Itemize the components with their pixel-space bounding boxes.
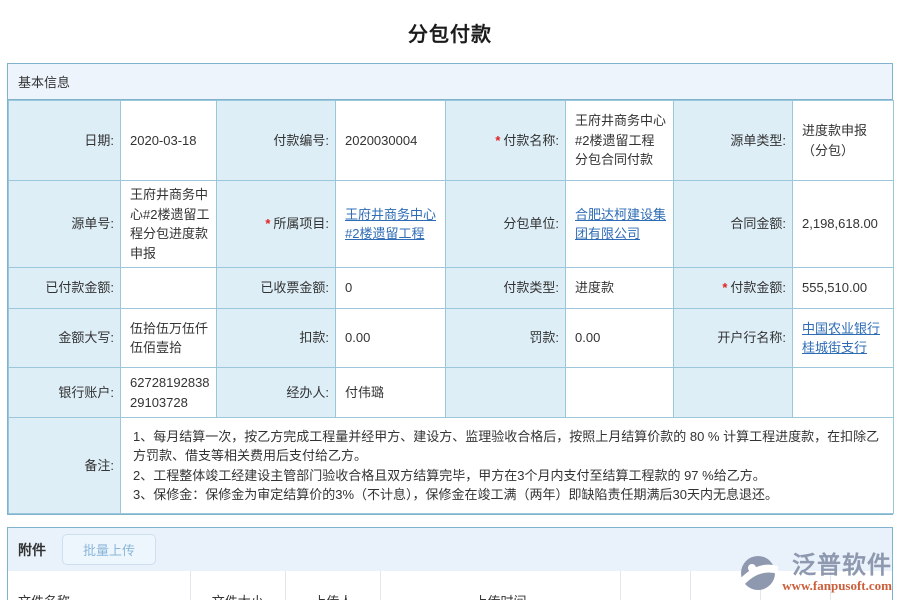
source-number-value: 王府井商务中心#2楼遗留工程分包进度款申报: [121, 181, 217, 268]
table-row: 备注: 1、每月结算一次，按乙方完成工程量并经甲方、建设方、监理验收合格后，按照…: [9, 418, 894, 514]
handler-value: 付伟璐: [336, 368, 446, 418]
bank-name-label: 开户行名称:: [674, 309, 793, 368]
remark-line: 3、保修金：保修金为审定结算价的3%（不计息），保修金在竣工满（两年）即缺陷责任…: [133, 485, 881, 505]
column-header-empty: [621, 571, 691, 600]
payment-type-value: 进度款: [566, 268, 674, 309]
project-value: 王府井商务中心#2楼遗留工程: [336, 181, 446, 268]
page-container: 分包付款 基本信息 日期: 2020-03-18 付款编号: 202003000…: [0, 0, 900, 600]
basic-info-table: 日期: 2020-03-18 付款编号: 2020030004 *付款名称: 王…: [8, 100, 894, 514]
bank-account-label: 银行账户:: [9, 368, 121, 418]
column-header-file-name: 文件名称: [8, 571, 190, 600]
invoiced-amount-value: 0: [336, 268, 446, 309]
table-row: 已付款金额: 已收票金额: 0 付款类型: 进度款 *付款金额: 555,510…: [9, 268, 894, 309]
watermark-url: www.fanpusoft.com: [782, 578, 892, 594]
basic-info-section: 基本信息 日期: 2020-03-18 付款编号: 2020030004 *付款…: [7, 63, 893, 515]
source-type-value: 进度款申报（分包）: [793, 101, 894, 181]
amount-in-words-label: 金额大写:: [9, 309, 121, 368]
paid-amount-value: [121, 268, 217, 309]
column-header-uploader: 上传人: [285, 571, 380, 600]
vendor-watermark: 泛普软件 www.fanpusoft.com: [738, 553, 892, 594]
contract-amount-value: 2,198,618.00: [793, 181, 894, 268]
subcontract-unit-link[interactable]: 合肥达柯建设集团有限公司: [575, 207, 666, 242]
penalty-label: 罚款:: [446, 309, 566, 368]
date-label: 日期:: [9, 101, 121, 181]
amount-in-words-value: 伍拾伍万伍仟伍佰壹拾: [121, 309, 217, 368]
required-asterisk: *: [495, 133, 500, 148]
deduction-value: 0.00: [336, 309, 446, 368]
remark-line: 1、每月结算一次，按乙方完成工程量并经甲方、建设方、监理验收合格后，按照上月结算…: [133, 427, 881, 466]
payment-number-label: 付款编号:: [217, 101, 336, 181]
source-number-label: 源单号:: [9, 181, 121, 268]
deduction-label: 扣款:: [217, 309, 336, 368]
bank-account-value: 6272819283829103728: [121, 368, 217, 418]
required-asterisk: *: [722, 280, 727, 295]
empty-value: [793, 368, 894, 418]
attachments-title: 附件: [18, 540, 46, 560]
remark-label: 备注:: [9, 418, 121, 514]
remark-value: 1、每月结算一次，按乙方完成工程量并经甲方、建设方、监理验收合格后，按照上月结算…: [121, 418, 894, 514]
subcontract-unit-value: 合肥达柯建设集团有限公司: [566, 181, 674, 268]
empty-label: [674, 368, 793, 418]
payment-name-label: *付款名称:: [446, 101, 566, 181]
payment-amount-value: 555,510.00: [793, 268, 894, 309]
empty-label: [446, 368, 566, 418]
required-asterisk: *: [265, 216, 270, 231]
basic-info-section-header: 基本信息: [8, 64, 892, 100]
project-link[interactable]: 王府井商务中心#2楼遗留工程: [345, 207, 436, 242]
source-type-label: 源单类型:: [674, 101, 793, 181]
empty-value: [566, 368, 674, 418]
fanpu-logo-icon: [738, 553, 778, 593]
project-label: *所属项目:: [217, 181, 336, 268]
watermark-brand: 泛普软件: [792, 553, 892, 578]
payment-amount-label: *付款金额:: [674, 268, 793, 309]
payment-name-value: 王府井商务中心#2楼遗留工程分包合同付款: [566, 101, 674, 181]
column-header-file-size: 文件大小: [190, 571, 285, 600]
payment-number-value: 2020030004: [336, 101, 446, 181]
subcontract-unit-label: 分包单位:: [446, 181, 566, 268]
contract-amount-label: 合同金额:: [674, 181, 793, 268]
table-row: 金额大写: 伍拾伍万伍仟伍佰壹拾 扣款: 0.00 罚款: 0.00 开户行名称…: [9, 309, 894, 368]
column-header-upload-time: 上传时间: [380, 571, 620, 600]
invoiced-amount-label: 已收票金额:: [217, 268, 336, 309]
date-value: 2020-03-18: [121, 101, 217, 181]
remark-line: 2、工程整体竣工经建设主管部门验收合格且双方结算完毕，甲方在3个月内支付至结算工…: [133, 466, 881, 486]
table-row: 日期: 2020-03-18 付款编号: 2020030004 *付款名称: 王…: [9, 101, 894, 181]
page-title: 分包付款: [7, 10, 893, 63]
paid-amount-label: 已付款金额:: [9, 268, 121, 309]
table-row: 银行账户: 6272819283829103728 经办人: 付伟璐: [9, 368, 894, 418]
bank-name-link[interactable]: 中国农业银行桂城街支行: [802, 321, 880, 356]
payment-type-label: 付款类型:: [446, 268, 566, 309]
handler-label: 经办人:: [217, 368, 336, 418]
table-row: 源单号: 王府井商务中心#2楼遗留工程分包进度款申报 *所属项目: 王府井商务中…: [9, 181, 894, 268]
batch-upload-button[interactable]: 批量上传: [62, 534, 156, 565]
bank-name-value: 中国农业银行桂城街支行: [793, 309, 894, 368]
penalty-value: 0.00: [566, 309, 674, 368]
